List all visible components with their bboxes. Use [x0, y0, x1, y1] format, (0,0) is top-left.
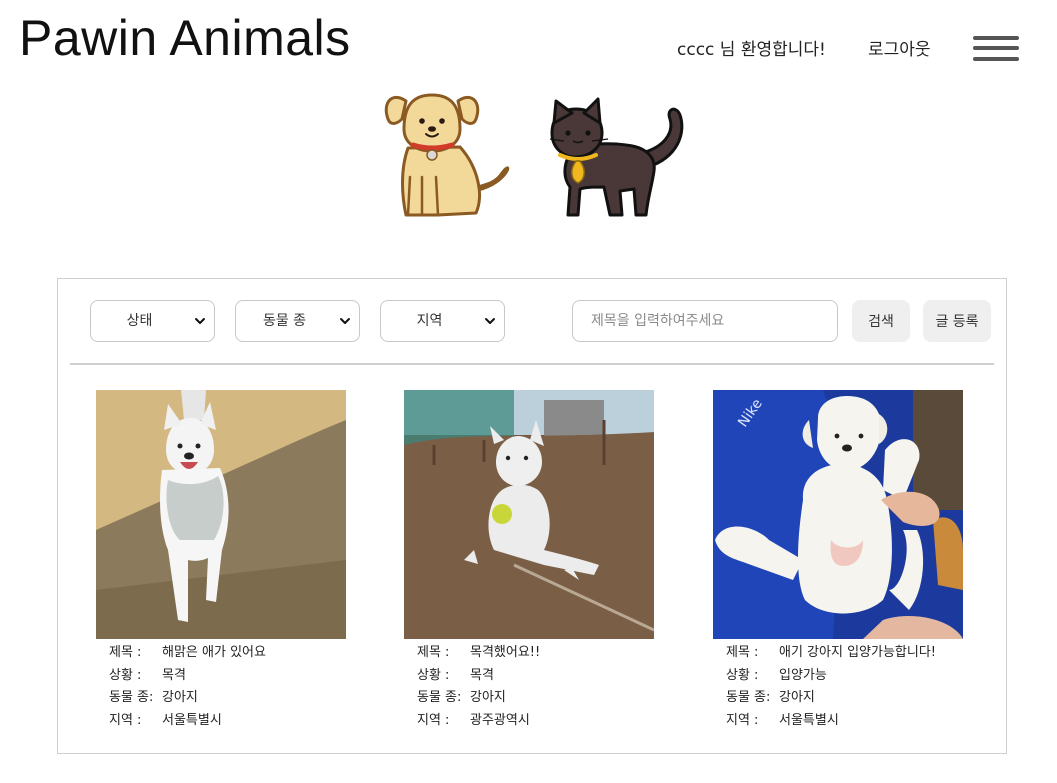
post-card[interactable]: 제목 : 목격했어요!! 상황 : 목격 동물 종: 강아지 지역 : 광주광역시	[404, 390, 654, 732]
status-filter-select[interactable]: 상태	[90, 300, 215, 342]
species-label: 동물 종:	[417, 690, 462, 705]
region-label: 지역 :	[417, 712, 450, 728]
post-title: 해맑은 애가 있어요	[162, 645, 266, 660]
title-label: 제목 :	[109, 645, 142, 660]
brand-logo[interactable]: Pawin Animals	[19, 8, 351, 68]
post-title: 애기 강아지 입양가능합니다!	[779, 645, 936, 660]
species-filter-value: 동물 종	[262, 313, 307, 329]
board-panel: 상태 동물 종 지역 검색 글 등록 제목 :해맑은 애가 있	[57, 278, 1007, 754]
hamburger-menu-icon[interactable]	[973, 36, 1019, 62]
region-label: 지역 :	[726, 712, 759, 728]
post-photo[interactable]	[404, 390, 654, 639]
post-region: 광주광역시	[470, 712, 530, 728]
logout-link[interactable]: 로그아웃	[868, 38, 931, 62]
chevron-down-icon	[195, 318, 205, 324]
post-region: 서울특별시	[162, 712, 222, 728]
divider	[70, 363, 994, 365]
post-photo[interactable]	[96, 390, 346, 639]
status-label: 상황 :	[417, 667, 450, 683]
post-status: 목격	[470, 667, 494, 683]
title-search-input[interactable]	[572, 300, 838, 342]
region-filter-select[interactable]: 지역	[380, 300, 505, 342]
status-label: 상황 :	[726, 667, 759, 683]
status-filter-value: 상태	[126, 313, 153, 329]
post-card[interactable]: 제목 : 해맑은 애가 있어요 상황 : 목격 동물 종: 강아지 지역 : 서울특별시	[96, 390, 346, 732]
post-photo[interactable]: Nike	[713, 390, 963, 639]
species-filter-select[interactable]: 동물 종	[235, 300, 360, 342]
post-species: 강아지	[779, 690, 815, 705]
post-region: 서울특별시	[779, 712, 839, 728]
post-card[interactable]: Nike 제목 : 애기 강아지 입양가능합니다! 상황 : 입양가능 동물 종: 강…	[713, 390, 963, 732]
write-post-button[interactable]: 글 등록	[923, 300, 991, 342]
title-label: 제목 :	[417, 645, 450, 660]
status-label: 상황 :	[109, 667, 142, 683]
welcome-message: cccc 님 환영합니다!	[677, 40, 826, 60]
cat-mascot-icon	[549, 97, 684, 217]
species-label: 동물 종:	[109, 690, 154, 705]
dog-mascot-icon	[384, 93, 510, 217]
title-label: 제목 :	[726, 645, 759, 660]
post-species: 강아지	[470, 690, 506, 705]
post-status: 목격	[162, 667, 186, 683]
search-button[interactable]: 검색	[852, 300, 910, 342]
post-title: 목격했어요!!	[470, 645, 541, 660]
mascot-illustration	[384, 93, 684, 217]
species-label: 동물 종:	[726, 690, 771, 705]
post-species: 강아지	[162, 690, 198, 705]
chevron-down-icon	[485, 318, 495, 324]
chevron-down-icon	[340, 318, 350, 324]
region-label: 지역 :	[109, 712, 142, 728]
region-filter-value: 지역	[416, 313, 443, 329]
post-status: 입양가능	[779, 667, 827, 683]
